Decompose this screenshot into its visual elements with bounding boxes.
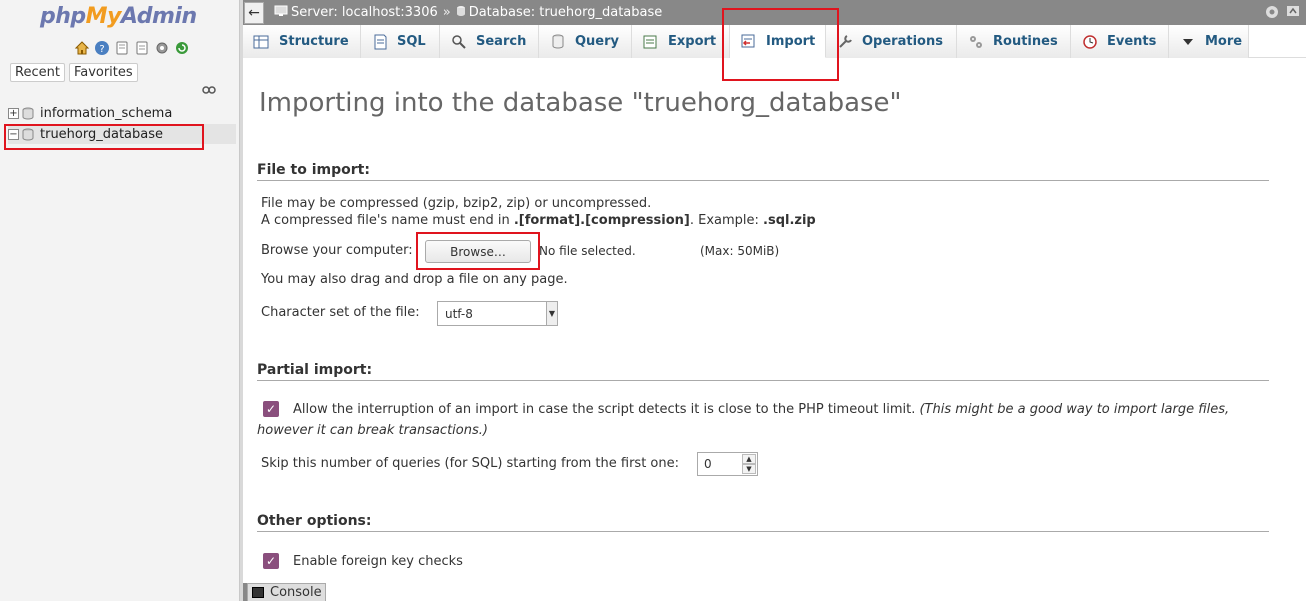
tab-query[interactable]: Query <box>539 25 632 58</box>
breadcrumb-separator: » <box>442 5 451 20</box>
database-icon <box>22 107 34 120</box>
collapse-nav-button[interactable]: ← <box>244 1 264 24</box>
foreign-key-checks-label: Enable foreign key checks <box>293 554 463 569</box>
file-status: No file selected. <box>539 244 636 258</box>
link-with-main-panel-icon[interactable] <box>202 84 216 99</box>
console-icon <box>252 587 264 598</box>
navigation-panel: phpMyAdmin ? Recent Favorites + informat… <box>0 0 240 601</box>
charset-label: Character set of the file: <box>261 305 420 320</box>
file-to-import-heading: File to import: <box>257 162 1269 181</box>
tab-operations[interactable]: Operations <box>826 25 957 58</box>
sql-icon <box>371 33 389 51</box>
routines-icon <box>967 33 985 51</box>
browse-label: Browse your computer: <box>261 243 413 258</box>
spin-down-icon[interactable]: ▼ <box>742 464 756 474</box>
db-name: truehorg_database <box>40 126 164 142</box>
other-options-heading: Other options: <box>257 513 1269 532</box>
allow-interrupt-label: Allow the interruption of an import in c… <box>293 402 1230 417</box>
recent-tab[interactable]: Recent <box>10 63 65 82</box>
database-icon <box>456 5 466 21</box>
skip-queries-input[interactable]: 0 ▲ ▼ <box>697 452 758 476</box>
favorites-tab[interactable]: Favorites <box>68 63 138 82</box>
allow-interrupt-checkbox[interactable]: ✓ <box>263 401 279 417</box>
home-icon[interactable] <box>74 40 90 56</box>
page-title: Importing into the database "truehorg_da… <box>259 88 902 118</box>
query-icon <box>549 33 567 51</box>
tab-export[interactable]: Export <box>632 25 730 58</box>
svg-text:?: ? <box>99 44 104 55</box>
collapse-top-menu-icon[interactable] <box>1286 4 1300 22</box>
chevron-down-icon: ▼ <box>546 302 557 325</box>
compression-info: File may be compressed (gzip, bzip2, zip… <box>261 196 652 211</box>
search-icon <box>450 33 468 51</box>
tab-import[interactable]: Import <box>730 25 826 58</box>
collapse-icon[interactable]: − <box>8 128 19 140</box>
tab-sql[interactable]: SQL <box>361 25 440 58</box>
structure-icon <box>253 33 271 51</box>
server-icon <box>274 5 288 21</box>
main-tabs: Structure SQL Search Query Export Import… <box>243 25 1306 58</box>
breadcrumb-server[interactable]: Server: localhost:3306 <box>274 5 438 21</box>
spin-up-icon[interactable]: ▲ <box>742 454 756 464</box>
db-tree-item-truehorg-database[interactable]: − truehorg_database <box>8 124 236 144</box>
export-icon <box>642 33 660 51</box>
console-toggle-button[interactable]: Console <box>247 583 326 601</box>
triangle-down-icon <box>1179 33 1197 51</box>
skip-queries-label: Skip this number of queries (for SQL) st… <box>261 456 679 471</box>
nav-tabs: Recent Favorites <box>10 63 138 82</box>
nav-icon-bar: ? <box>74 40 190 56</box>
breadcrumb-database[interactable]: Database: truehorg_database <box>456 5 662 21</box>
compression-format-info: A compressed file's name must end in .[f… <box>261 213 816 228</box>
phpmyadmin-logo[interactable]: phpMyAdmin <box>40 4 197 29</box>
database-icon <box>22 128 34 141</box>
sql-docs-icon[interactable] <box>134 40 150 56</box>
tab-more[interactable]: More <box>1169 25 1249 58</box>
browse-button[interactable]: Browse… <box>425 240 531 263</box>
foreign-key-checks-checkbox[interactable]: ✓ <box>263 553 279 569</box>
charset-select[interactable]: utf-8 ▼ <box>437 301 558 326</box>
db-tree-item-information-schema[interactable]: + information_schema <box>8 103 236 123</box>
tab-structure[interactable]: Structure <box>243 25 361 58</box>
max-upload-size: (Max: 50MiB) <box>700 244 780 258</box>
wrench-icon <box>836 33 854 51</box>
allow-interrupt-note: however it can break transactions.) <box>257 423 488 438</box>
drag-drop-note: You may also drag and drop a file on any… <box>261 272 568 287</box>
clock-icon <box>1081 33 1099 51</box>
tab-events[interactable]: Events <box>1071 25 1169 58</box>
page-settings-gear-icon[interactable] <box>1264 4 1280 24</box>
tab-routines[interactable]: Routines <box>957 25 1071 58</box>
breadcrumb-bar: ← Server: localhost:3306 » Database: tru… <box>243 0 1306 25</box>
nav-resize-handle[interactable] <box>240 0 243 601</box>
help-icon[interactable]: ? <box>94 40 110 56</box>
settings-gear-icon[interactable] <box>154 40 170 56</box>
partial-import-heading: Partial import: <box>257 362 1269 381</box>
reload-icon[interactable] <box>174 40 190 56</box>
docs-icon[interactable] <box>114 40 130 56</box>
tab-search[interactable]: Search <box>440 25 539 58</box>
import-icon <box>740 32 758 50</box>
number-spinner[interactable]: ▲ ▼ <box>742 454 756 474</box>
expand-icon[interactable]: + <box>8 107 19 119</box>
db-name: information_schema <box>40 105 173 121</box>
